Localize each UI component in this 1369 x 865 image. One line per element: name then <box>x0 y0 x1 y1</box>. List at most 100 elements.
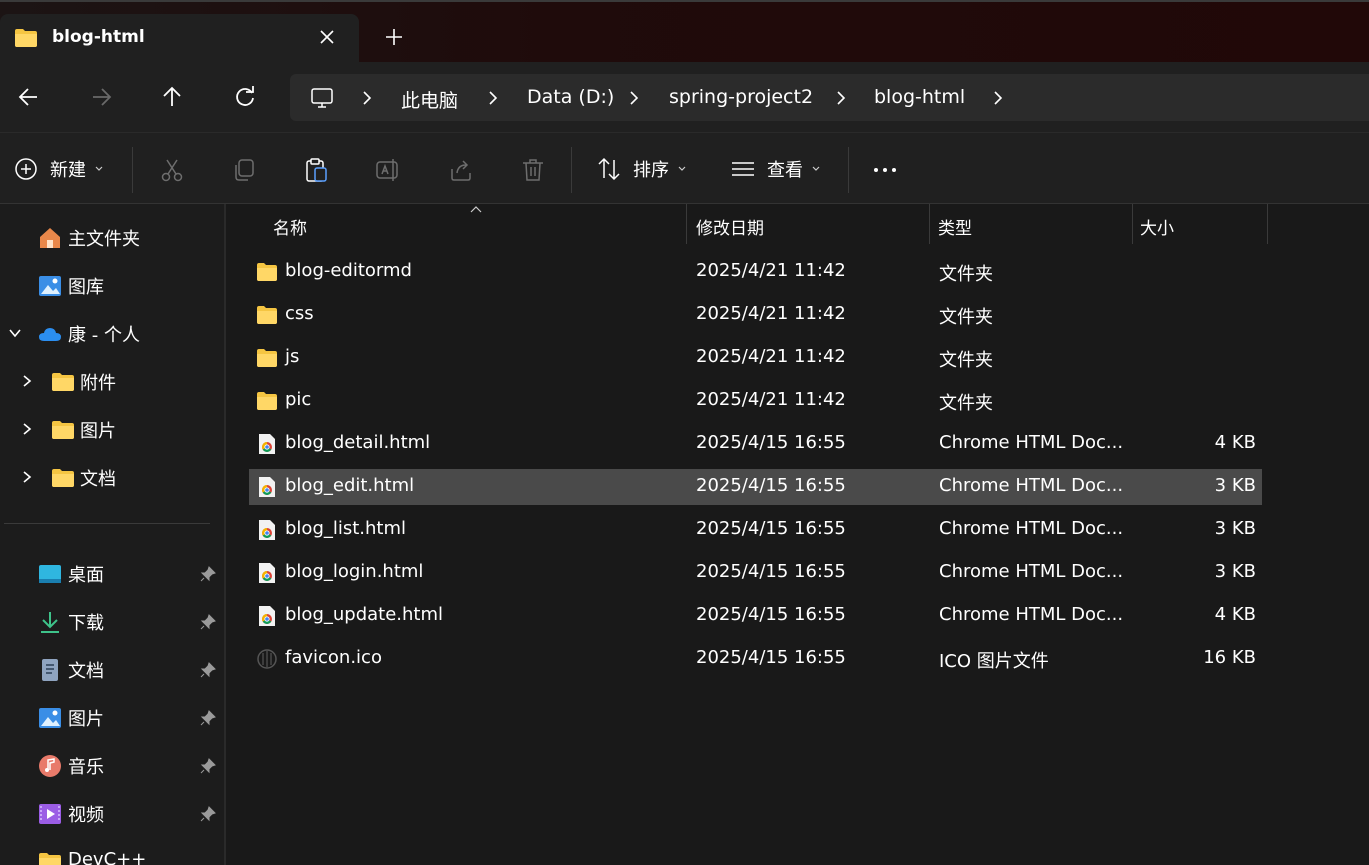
delete-icon[interactable] <box>520 157 546 183</box>
chevron-down-icon[interactable] <box>8 326 22 340</box>
folder-icon <box>52 373 74 391</box>
file-size: 4 KB <box>1214 432 1256 453</box>
file-row[interactable]: js 2025/4/21 11:42 文件夹 <box>249 340 1262 376</box>
file-name: pic <box>285 389 312 410</box>
view-icon <box>732 162 754 176</box>
sidebar-item-devcpp[interactable]: DevC++ <box>0 843 224 865</box>
sidebar-item-gallery[interactable]: 图库 <box>0 267 224 303</box>
file-name: js <box>285 346 300 367</box>
folder-icon <box>15 29 37 47</box>
breadcrumb-data-drive[interactable]: Data (D:) <box>527 86 614 108</box>
new-label: 新建 <box>50 160 86 181</box>
chevron-right-icon[interactable] <box>486 90 500 106</box>
file-row[interactable]: favicon.ico 2025/4/15 16:55 ICO 图片文件 16 KB <box>249 641 1262 677</box>
back-icon[interactable] <box>16 84 42 110</box>
file-date: 2025/4/15 16:55 <box>696 518 846 539</box>
file-row[interactable]: css 2025/4/21 11:42 文件夹 <box>249 297 1262 333</box>
sidebar-item-pictures[interactable]: 图片 <box>0 699 224 735</box>
file-row[interactable]: blog_detail.html 2025/4/15 16:55 Chrome HT… <box>249 426 1262 462</box>
new-tab-icon[interactable] <box>383 26 405 48</box>
file-row[interactable]: blog_list.html 2025/4/15 16:55 Chrome HTML… <box>249 512 1262 548</box>
chevron-right-icon[interactable] <box>834 90 848 106</box>
forward-icon[interactable] <box>88 84 114 110</box>
chevron-down-icon <box>95 166 103 171</box>
sidebar-item-attachments[interactable]: 附件 <box>0 363 224 399</box>
file-list: 名称 修改日期 类型 大小 blog-editormd 2025/4/21 11:… <box>226 204 1369 865</box>
sort-icon <box>598 157 620 181</box>
file-date: 2025/4/21 11:42 <box>696 346 846 367</box>
rename-icon[interactable] <box>375 157 401 183</box>
column-header-name[interactable]: 名称 <box>226 204 686 244</box>
folder-icon <box>52 469 74 487</box>
sidebar-item-home[interactable]: 主文件夹 <box>0 219 224 255</box>
more-options-icon[interactable] <box>872 157 898 183</box>
pin-icon[interactable] <box>199 757 217 775</box>
view-button[interactable]: 查看 <box>730 155 821 183</box>
new-button[interactable]: 新建 <box>14 155 104 183</box>
pin-icon[interactable] <box>199 805 217 823</box>
gallery-icon <box>39 276 61 296</box>
sidebar-item-videos[interactable]: 视频 <box>0 795 224 831</box>
file-size: 3 KB <box>1214 518 1256 539</box>
sidebar-item-downloads[interactable]: 下载 <box>0 603 224 639</box>
file-row[interactable]: blog_update.html 2025/4/15 16:55 Chrome HT… <box>249 598 1262 634</box>
sidebar-item-documents[interactable]: 文档 <box>0 651 224 687</box>
file-name: blog_update.html <box>285 604 444 625</box>
chevron-right-icon[interactable] <box>627 90 641 106</box>
chevron-right-icon[interactable] <box>991 90 1005 106</box>
file-type: Chrome HTML Doc... <box>939 561 1124 582</box>
breadcrumb-spring-project2[interactable]: spring-project2 <box>669 86 813 108</box>
sidebar-item-documents-folder[interactable]: 文档 <box>0 459 224 495</box>
sidebar-item-pictures-folder[interactable]: 图片 <box>0 411 224 447</box>
sidebar-item-label: 桌面 <box>68 565 104 586</box>
paste-icon[interactable] <box>303 157 329 183</box>
pin-icon[interactable] <box>199 709 217 727</box>
folder-icon <box>39 853 61 865</box>
sort-button[interactable]: 排序 <box>596 155 687 183</box>
navigation-bar: 此电脑 Data (D:) spring-project2 blog-html <box>0 62 1369 132</box>
breadcrumb-blog-html[interactable]: blog-html <box>874 86 965 108</box>
file-date: 2025/4/21 11:42 <box>696 389 846 410</box>
sidebar-item-label: 视频 <box>68 805 104 826</box>
file-name: blog_edit.html <box>285 475 415 496</box>
file-date: 2025/4/21 11:42 <box>696 260 846 281</box>
chevron-right-icon[interactable] <box>360 90 374 106</box>
up-icon[interactable] <box>159 84 185 110</box>
folder-icon <box>256 390 278 412</box>
file-name: blog_list.html <box>285 518 407 539</box>
sidebar-item-desktop[interactable]: 桌面 <box>0 555 224 591</box>
command-bar: 新建 排序 查看 <box>0 132 1369 204</box>
share-icon[interactable] <box>448 157 474 183</box>
chevron-right-icon[interactable] <box>20 470 34 484</box>
file-row[interactable]: blog-editormd 2025/4/21 11:42 文件夹 <box>249 254 1262 290</box>
tab-blog-html[interactable]: blog-html <box>0 14 359 64</box>
address-bar[interactable]: 此电脑 Data (D:) spring-project2 blog-html <box>290 74 1369 121</box>
chevron-right-icon[interactable] <box>20 422 34 436</box>
file-size: 3 KB <box>1214 561 1256 582</box>
refresh-icon[interactable] <box>232 84 258 110</box>
file-row[interactable]: blog_edit.html 2025/4/15 16:55 Chrome HTML… <box>249 469 1262 505</box>
sidebar-item-label: 图片 <box>80 421 116 442</box>
breadcrumb-this-pc[interactable]: 此电脑 <box>401 86 458 113</box>
copy-icon[interactable] <box>231 157 257 183</box>
file-type: 文件夹 <box>939 307 993 328</box>
videos-icon <box>39 804 61 824</box>
pin-icon[interactable] <box>199 565 217 583</box>
close-icon[interactable] <box>316 26 338 48</box>
sidebar-item-label: 康 - 个人 <box>68 325 140 346</box>
file-name: favicon.ico <box>285 647 382 668</box>
chevron-right-icon[interactable] <box>20 374 34 388</box>
sidebar-item-onedrive[interactable]: 康 - 个人 <box>0 315 224 351</box>
file-row[interactable]: blog_login.html 2025/4/15 16:55 Chrome HTM… <box>249 555 1262 591</box>
pin-icon[interactable] <box>199 613 217 631</box>
pin-icon[interactable] <box>199 661 217 679</box>
column-header-size[interactable]: 大小 <box>1133 204 1267 244</box>
file-name: blog-editormd <box>285 260 412 281</box>
chrome-html-icon <box>256 562 278 584</box>
sidebar-item-music[interactable]: 音乐 <box>0 747 224 783</box>
file-name: blog_detail.html <box>285 432 431 453</box>
file-row[interactable]: pic 2025/4/21 11:42 文件夹 <box>249 383 1262 419</box>
column-header-date[interactable]: 修改日期 <box>687 204 929 244</box>
cut-icon[interactable] <box>159 157 185 183</box>
column-header-type[interactable]: 类型 <box>930 204 1132 244</box>
